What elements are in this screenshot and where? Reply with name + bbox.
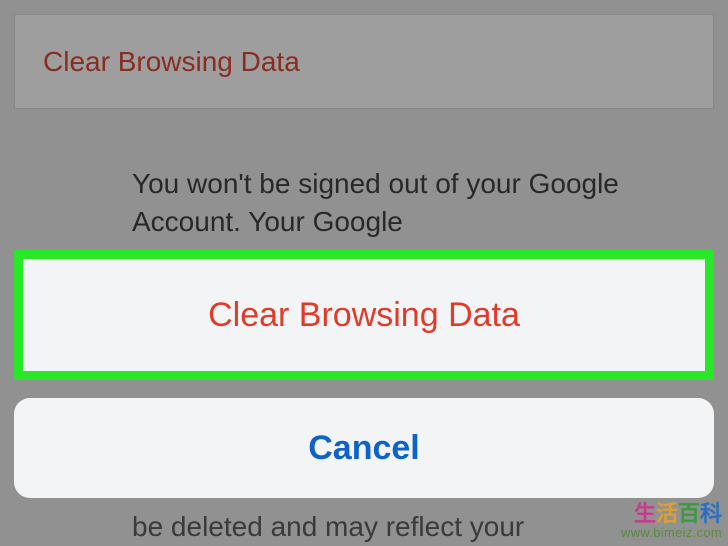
page-title: Clear Browsing Data bbox=[43, 46, 300, 78]
cancel-button[interactable]: Cancel bbox=[14, 398, 714, 498]
watermark-url: www.bimeiz.com bbox=[621, 526, 722, 540]
watermark-logo-text: 生活百科 bbox=[621, 502, 722, 526]
info-message-continued: be deleted and may reflect your bbox=[132, 508, 524, 546]
watermark: 生活百科 www.bimeiz.com bbox=[621, 502, 722, 540]
action-sheet: Clear Browsing Data Cancel bbox=[14, 250, 714, 498]
header-bar: Clear Browsing Data bbox=[14, 14, 714, 109]
clear-browsing-data-button[interactable]: Clear Browsing Data bbox=[23, 259, 705, 371]
info-message: You won't be signed out of your Google A… bbox=[132, 165, 688, 241]
tutorial-highlight-frame: Clear Browsing Data bbox=[14, 250, 714, 380]
